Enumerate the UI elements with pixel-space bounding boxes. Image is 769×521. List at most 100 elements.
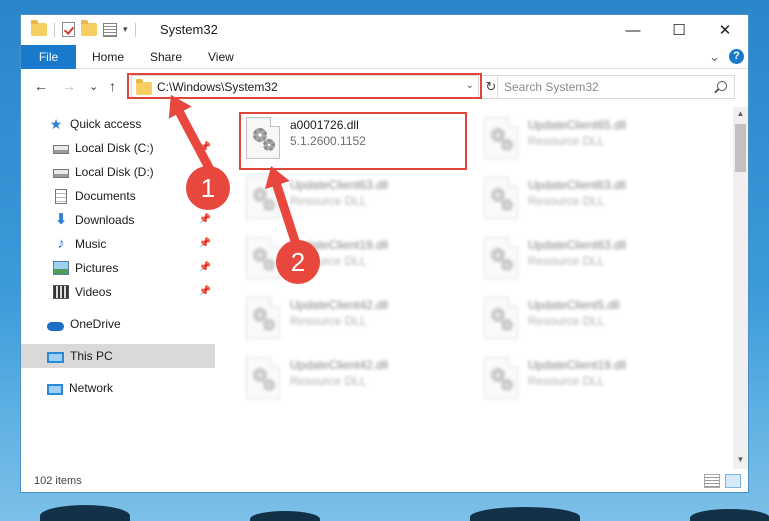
pin-icon: 📌 bbox=[198, 262, 211, 273]
details-view-icon[interactable] bbox=[704, 474, 720, 488]
file-item[interactable]: UpdateClient42.dll Resource DLL bbox=[242, 355, 462, 409]
file-description: Resource DLL bbox=[290, 314, 367, 328]
sidebar-item-label: Documents bbox=[75, 189, 136, 203]
title-bar: ▾ System32 — ☐ ✕ bbox=[21, 15, 748, 45]
ribbon-tabs: File Home Share View ⌄ ? bbox=[21, 45, 748, 69]
file-name: UpdateClient42.dll bbox=[290, 298, 389, 312]
star-icon: ★ bbox=[49, 116, 63, 132]
toolbar-separator bbox=[134, 22, 136, 37]
sidebar-item-network[interactable]: Network bbox=[21, 376, 215, 400]
sidebar-item-onedrive[interactable]: OneDrive bbox=[21, 312, 215, 336]
download-icon: ⬇ bbox=[54, 211, 68, 228]
maximize-button[interactable]: ☐ bbox=[656, 15, 702, 45]
sidebar-item-label: OneDrive bbox=[70, 317, 121, 331]
forward-button[interactable]: → bbox=[62, 78, 76, 94]
expand-ribbon-icon[interactable]: ⌄ bbox=[709, 49, 720, 65]
folder-icon[interactable] bbox=[31, 20, 47, 36]
back-button[interactable]: ← bbox=[34, 78, 48, 94]
properties-check-icon[interactable] bbox=[62, 22, 75, 37]
toolbar-separator bbox=[54, 22, 55, 37]
sidebar-item-music[interactable]: ♪ Music 📌 bbox=[21, 232, 215, 256]
dll-file-icon bbox=[484, 237, 518, 279]
pin-icon: 📌 bbox=[198, 238, 211, 249]
music-icon: ♪ bbox=[57, 235, 65, 252]
sidebar-item-label: Quick access bbox=[70, 117, 142, 131]
help-icon[interactable]: ? bbox=[729, 49, 744, 64]
chevron-down-icon[interactable]: ▾ bbox=[123, 24, 128, 35]
customize-icon[interactable] bbox=[103, 22, 117, 37]
pin-icon: 📌 bbox=[198, 286, 211, 297]
scroll-up-icon[interactable]: ▲ bbox=[733, 107, 748, 121]
sidebar-item-label: Pictures bbox=[75, 261, 119, 275]
dll-file-icon bbox=[484, 117, 518, 159]
dll-file-icon bbox=[246, 297, 280, 339]
step-badge-2: 2 bbox=[276, 240, 320, 284]
navigation-pane: ★ Quick access Local Disk (C:) 📌 Local D… bbox=[21, 107, 215, 467]
search-icon[interactable] bbox=[717, 81, 727, 91]
dll-file-icon bbox=[246, 237, 280, 279]
minimize-button[interactable]: — bbox=[610, 15, 656, 45]
file-item[interactable]: UpdateClient63.dll Resource DLL bbox=[480, 235, 700, 289]
sidebar-item-pictures[interactable]: Pictures 📌 bbox=[21, 256, 215, 280]
cloud-icon bbox=[47, 321, 64, 331]
scrollbar-thumb[interactable] bbox=[735, 124, 746, 172]
pictures-icon bbox=[53, 261, 69, 275]
file-item[interactable]: UpdateClient5.dll Resource DLL bbox=[480, 295, 700, 349]
file-item[interactable]: UpdateClient42.dll Resource DLL bbox=[242, 295, 462, 349]
scroll-down-icon[interactable]: ▼ bbox=[733, 453, 748, 467]
sidebar-item-label: This PC bbox=[70, 349, 113, 363]
file-description: Resource DLL bbox=[528, 374, 605, 388]
file-item[interactable]: UpdateClient65.dll Resource DLL bbox=[480, 115, 700, 169]
large-icons-view-icon[interactable] bbox=[725, 474, 741, 488]
tab-share[interactable]: Share bbox=[150, 45, 182, 69]
search-box[interactable]: Search System32 bbox=[497, 75, 735, 99]
tab-home[interactable]: Home bbox=[92, 45, 124, 69]
file-name: UpdateClient42.dll bbox=[290, 358, 389, 372]
quick-access-toolbar: ▾ bbox=[31, 20, 137, 37]
file-item[interactable]: UpdateClient19.dll Resource DLL bbox=[480, 355, 700, 409]
recent-locations-button[interactable]: ⌄ bbox=[89, 80, 98, 93]
dll-file-icon bbox=[484, 177, 518, 219]
file-explorer-window: ▾ System32 — ☐ ✕ File Home Share View ⌄ … bbox=[20, 14, 749, 493]
file-name: UpdateClient63.dll bbox=[528, 238, 627, 252]
video-icon bbox=[53, 285, 69, 299]
sidebar-item-label: Music bbox=[75, 237, 107, 251]
file-description: Resource DLL bbox=[528, 314, 605, 328]
file-description: Resource DLL bbox=[528, 194, 605, 208]
sidebar-item-label: Local Disk (C:) bbox=[75, 141, 154, 155]
new-folder-icon[interactable] bbox=[81, 20, 97, 36]
up-button[interactable]: ↑ bbox=[109, 78, 116, 94]
sidebar-item-label: Videos bbox=[75, 285, 112, 299]
sidebar-item-videos[interactable]: Videos 📌 bbox=[21, 280, 215, 304]
file-description: Resource DLL bbox=[290, 374, 367, 388]
file-name: UpdateClient5.dll bbox=[528, 298, 620, 312]
file-description: Resource DLL bbox=[290, 194, 367, 208]
sidebar-item-downloads[interactable]: ⬇ Downloads 📌 bbox=[21, 208, 215, 232]
network-icon bbox=[47, 383, 63, 395]
sidebar-item-label: Network bbox=[69, 381, 114, 395]
file-description: Resource DLL bbox=[528, 134, 605, 148]
sidebar-item-label: Local Disk (D:) bbox=[75, 165, 154, 179]
sidebar-item-local-disk-d[interactable]: Local Disk (D:) bbox=[21, 160, 215, 184]
dll-file-icon bbox=[246, 357, 280, 399]
tab-file[interactable]: File bbox=[21, 45, 76, 69]
vertical-scrollbar[interactable]: ▲ ▼ bbox=[733, 107, 748, 469]
file-name: UpdateClient63.dll bbox=[528, 178, 627, 192]
tab-view[interactable]: View bbox=[208, 45, 234, 69]
file-name: UpdateClient63.dll bbox=[290, 178, 389, 192]
sidebar-item-label: Downloads bbox=[75, 213, 135, 227]
file-item[interactable]: UpdateClient63.dll Resource DLL bbox=[480, 175, 700, 229]
computer-icon bbox=[47, 351, 64, 363]
sidebar-item-this-pc[interactable]: This PC bbox=[21, 344, 215, 368]
close-button[interactable]: ✕ bbox=[702, 15, 748, 45]
sidebar-item-local-disk-c[interactable]: Local Disk (C:) 📌 bbox=[21, 136, 215, 160]
desktop-background bbox=[0, 492, 769, 521]
dll-file-icon bbox=[484, 297, 518, 339]
search-input[interactable]: Search System32 bbox=[504, 80, 599, 94]
step-badge-1: 1 bbox=[186, 166, 230, 210]
disk-icon bbox=[53, 145, 69, 154]
file-item[interactable]: UpdateClient19.dll Resource DLL bbox=[242, 235, 462, 289]
status-bar: 102 items bbox=[21, 471, 748, 492]
dll-file-icon bbox=[484, 357, 518, 399]
item-count: 102 items bbox=[34, 475, 82, 487]
